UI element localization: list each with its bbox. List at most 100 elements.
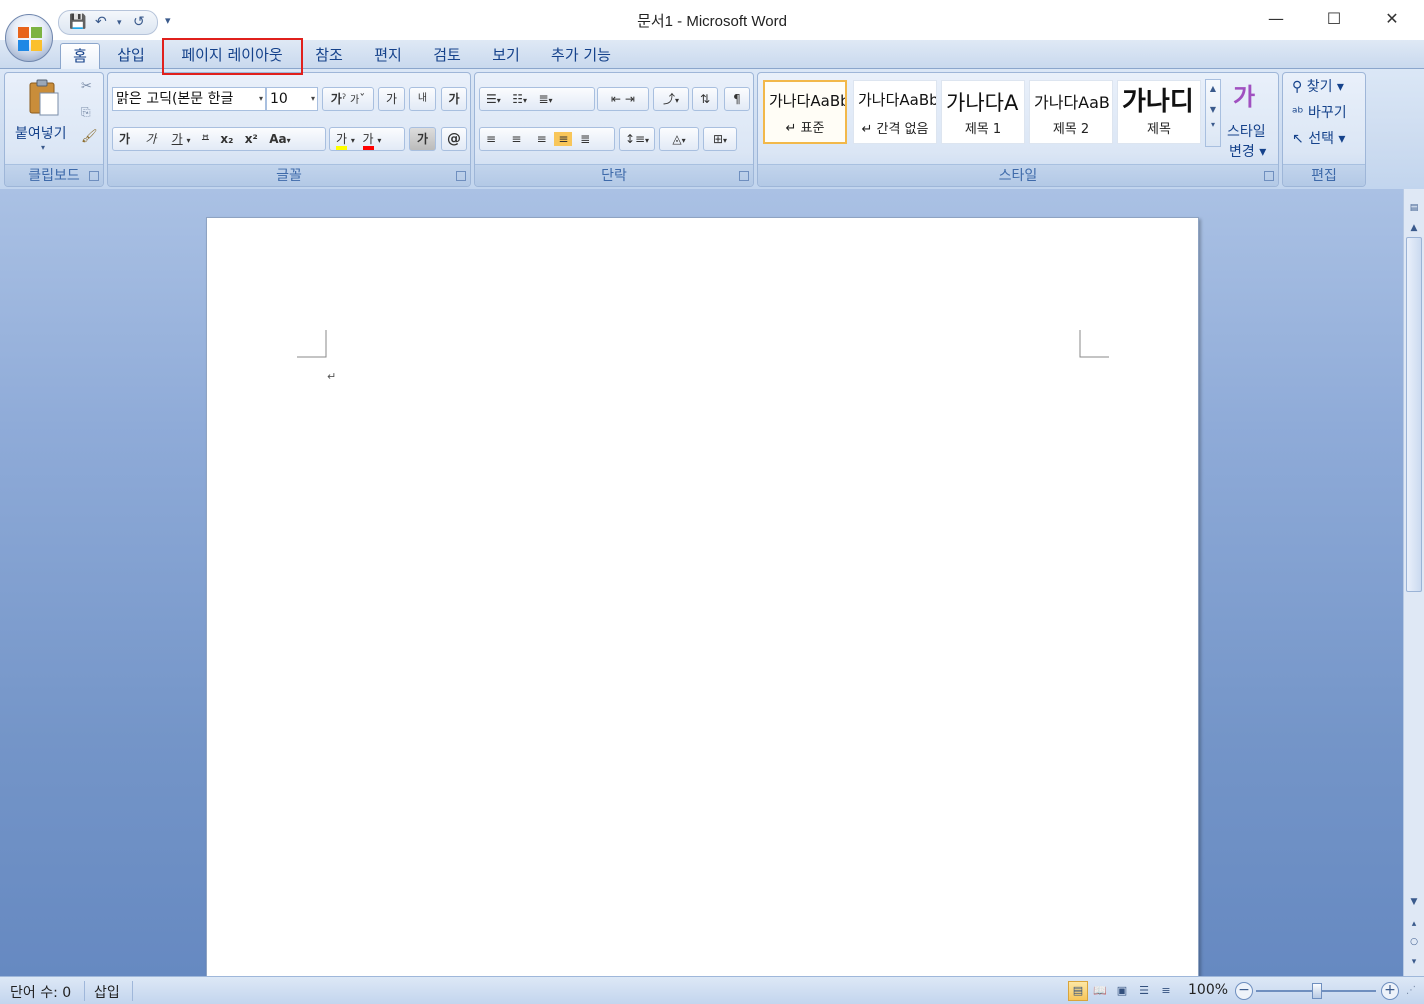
shading-button[interactable]: ◬▾ [659, 127, 699, 151]
gallery-up-icon[interactable]: ▲ [1206, 84, 1220, 93]
char-border-button[interactable]: 가 [441, 87, 467, 111]
clipboard-launcher-icon[interactable] [89, 171, 99, 181]
char-shading-button[interactable]: 가 [409, 127, 436, 151]
align-right-icon[interactable]: ≡ [537, 132, 547, 146]
multilevel-list-icon[interactable]: ≣ [538, 92, 548, 106]
line-spacing-button[interactable]: ↕≡▾ [619, 127, 655, 151]
style-title[interactable]: 가나디 제목 [1117, 80, 1201, 144]
full-screen-reading-icon[interactable]: 📖 [1090, 981, 1110, 1001]
minimize-button[interactable]: — [1256, 6, 1296, 32]
gallery-more-icon[interactable]: ▾ [1206, 120, 1220, 129]
select-button[interactable]: ↖ 선택 ▾ [1292, 128, 1345, 148]
change-styles-button[interactable]: 가 스타일 변경 ▾ [1225, 77, 1275, 165]
ruler-toggle-icon[interactable]: ▤ [1406, 201, 1422, 215]
paste-dropdown-icon[interactable]: ▾ [41, 143, 45, 152]
bold-button[interactable]: 가 [119, 132, 130, 146]
numbering-icon[interactable]: ☷ [512, 92, 523, 106]
justify-icon[interactable]: ≡ [554, 132, 573, 146]
scroll-down-icon[interactable]: ▼ [1406, 895, 1422, 909]
paste-icon[interactable] [27, 79, 61, 117]
align-center-icon[interactable]: ≡ [511, 132, 521, 146]
document-page[interactable]: ↵ [206, 217, 1199, 976]
bullets-icon[interactable]: ☰ [486, 92, 497, 106]
phonetic-guide-button[interactable]: 내 [409, 87, 436, 111]
grow-font-icon[interactable]: 가 [331, 92, 342, 106]
select-label: 선택 ▾ [1308, 131, 1346, 147]
chevron-down-icon[interactable]: ▾ [549, 96, 553, 105]
subscript-button[interactable]: x₂ [220, 132, 233, 146]
tab-references[interactable]: 참조 [306, 43, 352, 69]
sort-button[interactable]: ⇅ [692, 87, 718, 111]
print-layout-view-icon[interactable]: ▤ [1068, 981, 1088, 1001]
tab-add-ins[interactable]: 추가 기능 [542, 43, 620, 69]
chevron-down-icon[interactable]: ▾ [377, 136, 381, 145]
next-page-icon[interactable]: ▾ [1406, 955, 1422, 969]
styles-launcher-icon[interactable] [1264, 171, 1274, 181]
chevron-down-icon[interactable]: ▾ [187, 136, 191, 145]
tab-mailings[interactable]: 편지 [365, 43, 411, 69]
grow-shrink-font-buttons[interactable]: 가ˀ 가ˇ [322, 87, 374, 111]
zoom-in-icon[interactable]: + [1381, 982, 1399, 1000]
close-button[interactable]: ✕ [1372, 6, 1412, 32]
shrink-font-icon[interactable]: 가 [350, 95, 359, 106]
style-normal[interactable]: 가나다AaBb ↵ 표준 [763, 80, 847, 144]
borders-button[interactable]: ⊞▾ [703, 127, 737, 151]
scroll-up-icon[interactable]: ▲ [1406, 221, 1422, 235]
tab-home[interactable]: 홈 [60, 43, 100, 69]
vertical-scrollbar[interactable]: ▤ ▲ ▼ ▴ ○ ▾ [1403, 189, 1424, 976]
prev-page-icon[interactable]: ▴ [1406, 917, 1422, 931]
chevron-down-icon[interactable]: ▾ [351, 136, 355, 145]
resize-grip-icon[interactable]: ⋰ [1406, 985, 1416, 996]
zoom-level[interactable]: 100% [1188, 982, 1228, 998]
gallery-down-icon[interactable]: ▼ [1206, 105, 1220, 114]
font-name-select[interactable]: 맑은 고딕(본문 한글 ▾ [112, 87, 266, 111]
tab-insert[interactable]: 삽입 [108, 43, 154, 69]
word-count[interactable]: 단어 수: 0 [10, 982, 71, 1002]
style-sample: 가나디 [1122, 87, 1194, 117]
maximize-button[interactable]: ☐ [1314, 6, 1354, 32]
highlight-button[interactable]: 가 [336, 132, 348, 150]
binoculars-icon: ⚲ [1292, 79, 1307, 95]
browse-object-icon[interactable]: ○ [1406, 935, 1422, 949]
chevron-down-icon[interactable]: ▾ [287, 136, 291, 145]
decrease-indent-icon[interactable]: ⇤ [611, 92, 621, 106]
paragraph-launcher-icon[interactable] [739, 171, 749, 181]
office-button[interactable] [5, 14, 53, 62]
italic-button[interactable]: 가 [145, 132, 156, 146]
tab-view[interactable]: 보기 [483, 43, 529, 69]
draft-view-icon[interactable]: ≡ [1156, 981, 1176, 1001]
underline-button[interactable]: 가 [172, 132, 183, 146]
zoom-out-icon[interactable]: − [1235, 982, 1253, 1000]
show-marks-button[interactable]: ¶ [724, 87, 750, 111]
tab-review[interactable]: 검토 [424, 43, 470, 69]
cut-icon[interactable]: ✂ [81, 79, 92, 94]
style-heading-1[interactable]: 가나다A 제목 1 [941, 80, 1025, 144]
enclose-char-button[interactable]: @ [441, 127, 467, 151]
replace-button[interactable]: ᵃᵇ 바꾸기 [1292, 102, 1347, 122]
clear-format-button[interactable]: 가 [378, 87, 405, 111]
distribute-icon[interactable]: ≣ [580, 132, 590, 146]
format-painter-icon[interactable]: 🖌 [81, 129, 98, 144]
increase-indent-icon[interactable]: ⇥ [625, 92, 635, 106]
chevron-down-icon[interactable]: ▾ [523, 96, 527, 105]
paste-button[interactable]: 붙여넣기 [15, 123, 67, 143]
gallery-scroll[interactable]: ▲ ▼ ▾ [1205, 79, 1221, 147]
font-launcher-icon[interactable] [456, 171, 466, 181]
scroll-thumb[interactable] [1406, 237, 1422, 592]
font-size-select[interactable]: 10 ▾ [266, 87, 318, 111]
copy-icon[interactable]: ⎘ [81, 105, 91, 120]
font-color-button[interactable]: 가 [362, 132, 374, 150]
strikethrough-button[interactable]: ꟸ [202, 132, 209, 146]
outline-view-icon[interactable]: ☰ [1134, 981, 1154, 1001]
superscript-button[interactable]: x² [245, 132, 258, 146]
change-case-button[interactable]: Aa [269, 132, 286, 146]
style-heading-2[interactable]: 가나다AaB 제목 2 [1029, 80, 1113, 144]
align-left-icon[interactable]: ≡ [486, 132, 496, 146]
zoom-slider-thumb[interactable] [1312, 983, 1322, 999]
find-button[interactable]: ⚲ 찾기 ▾ [1292, 76, 1344, 96]
style-no-spacing[interactable]: 가나다AaBb ↵ 간격 없음 [853, 80, 937, 144]
web-layout-icon[interactable]: ▣ [1112, 981, 1132, 1001]
insert-mode[interactable]: 삽입 [94, 982, 120, 1002]
asian-layout-button[interactable]: ⤴▾ [653, 87, 689, 111]
chevron-down-icon[interactable]: ▾ [497, 96, 501, 105]
